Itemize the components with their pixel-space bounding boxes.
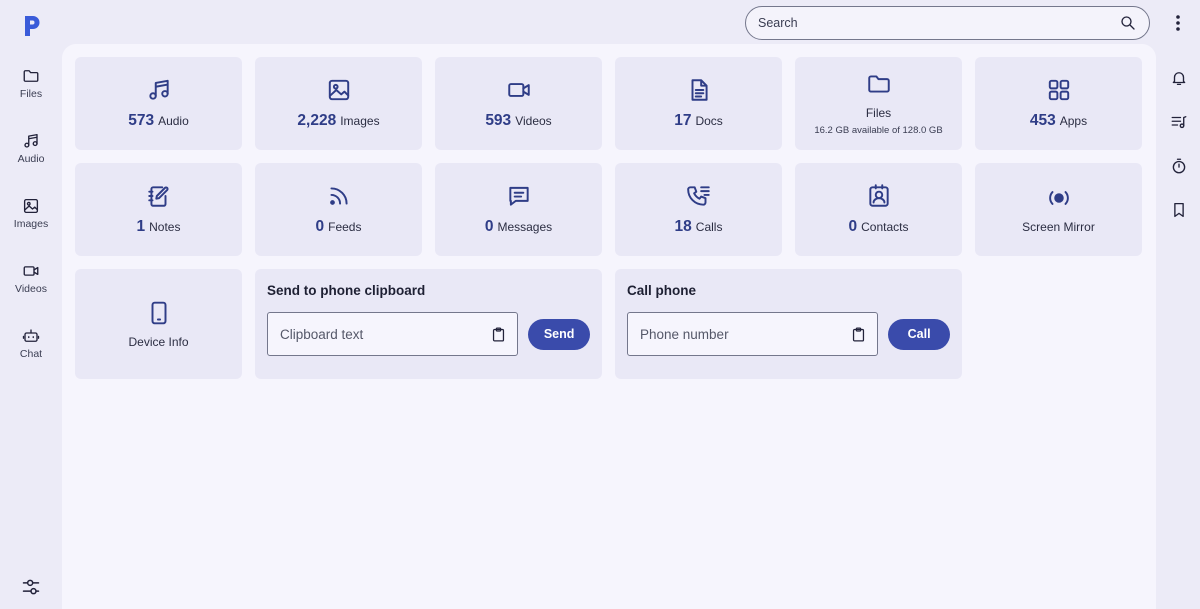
music-icon (24, 133, 38, 148)
tile-count: 2,228 (297, 112, 337, 129)
clipboard-icon[interactable] (850, 326, 867, 343)
music-icon (148, 79, 169, 100)
notifications-button[interactable] (1158, 56, 1200, 100)
phone-number-input[interactable] (640, 326, 851, 342)
tile-label: Docs (695, 114, 723, 128)
tile-feeds[interactable]: 0 Feeds (255, 163, 422, 256)
tile-label: Videos (515, 114, 552, 128)
tile-count: 1 (136, 218, 146, 235)
search-input[interactable] (758, 16, 1119, 30)
tile-label: Apps (1059, 114, 1088, 128)
bookmark-icon (1174, 202, 1184, 218)
nav-label: Videos (15, 283, 47, 295)
tile-videos[interactable]: 593 Videos (435, 57, 602, 150)
tile-label: Audio (158, 114, 189, 128)
tile-screen-mirror[interactable]: Screen Mirror (975, 163, 1142, 256)
timer-button[interactable] (1158, 144, 1200, 188)
call-button[interactable]: Call (888, 318, 950, 350)
image-icon (328, 79, 349, 101)
more-vertical-icon[interactable] (1168, 13, 1188, 33)
tile-label: Files (865, 106, 892, 120)
timer-icon (1172, 158, 1186, 174)
tile-count: 0 (315, 218, 325, 235)
tile-images[interactable]: 2,228 Images (255, 57, 422, 150)
notes-icon (147, 186, 169, 207)
app-logo (25, 16, 40, 36)
tile-label: Contacts (861, 220, 909, 234)
tile-contacts[interactable]: 0 Contacts (795, 163, 962, 256)
apps-grid-icon (1048, 79, 1069, 101)
phone-log-icon (686, 186, 710, 206)
search-icon[interactable] (1119, 14, 1137, 32)
tile-label: Device Info (128, 334, 189, 349)
clipboard-icon[interactable] (490, 326, 507, 343)
tile-count: 0 (484, 218, 494, 235)
playlist-icon (1171, 116, 1187, 129)
tile-files[interactable]: Files 16.2 GB available of 128.0 GB (795, 57, 962, 150)
clipboard-panel-title: Send to phone clipboard (267, 283, 426, 298)
tile-notes[interactable]: 1 Notes (75, 163, 242, 256)
tile-label: Notes (149, 220, 181, 234)
storage-info: 16.2 GB available of 128.0 GB (814, 125, 943, 136)
document-icon (691, 79, 708, 101)
nav-label: Files (19, 88, 43, 100)
message-icon (508, 186, 529, 206)
tile-calls[interactable]: 18 Calls (615, 163, 782, 256)
contact-icon (868, 184, 889, 207)
clipboard-text-input[interactable] (280, 326, 491, 342)
tile-audio[interactable]: 573 Audio (75, 57, 242, 150)
tile-docs[interactable]: 17 Docs (615, 57, 782, 150)
call-panel: Call phone Call (615, 269, 962, 379)
tile-count: 0 (848, 218, 858, 235)
tile-label: Feeds (328, 220, 362, 234)
nav-item-chat[interactable]: Chat (0, 320, 62, 385)
nav-item-videos[interactable]: Videos (0, 255, 62, 320)
image-icon (23, 198, 39, 214)
rss-icon (329, 187, 348, 205)
bookmarks-button[interactable] (1158, 188, 1200, 232)
tile-count: 593 (485, 112, 512, 129)
tile-count: 17 (674, 112, 692, 129)
video-icon (507, 83, 530, 97)
send-button[interactable]: Send (528, 318, 590, 350)
nav-label: Images (13, 218, 49, 230)
tile-count: 573 (128, 112, 155, 129)
nav-label: Chat (19, 348, 43, 360)
tile-label: Messages (497, 220, 553, 234)
clipboard-field[interactable] (267, 312, 519, 356)
tile-device-info[interactable]: Device Info (75, 269, 242, 379)
folder-icon (23, 70, 39, 82)
tile-label: Screen Mirror (1022, 220, 1095, 234)
tile-count: 18 (674, 218, 692, 235)
screen-mirror-icon (1048, 191, 1069, 205)
phone-device-icon (151, 301, 166, 324)
folder-icon (867, 75, 890, 93)
right-rail (1158, 56, 1200, 232)
video-icon (23, 266, 39, 276)
bell-icon (1172, 72, 1186, 86)
tile-count: 453 (1029, 112, 1056, 129)
sliders-settings-icon[interactable] (21, 577, 41, 597)
nav-item-files[interactable]: Files (0, 60, 62, 125)
robot-icon (22, 329, 40, 342)
playlist-button[interactable] (1158, 100, 1200, 144)
dashboard: 573 Audio 2,228 Images 593 Videos 17 Docs Fi… (62, 44, 1156, 609)
clipboard-panel: Send to phone clipboard Send (255, 269, 602, 379)
tile-apps[interactable]: 453 Apps (975, 57, 1142, 150)
call-panel-title: Call phone (627, 283, 697, 298)
search-bar[interactable] (745, 6, 1150, 40)
nav-item-audio[interactable]: Audio (0, 125, 62, 190)
tile-label: Calls (695, 220, 723, 234)
left-nav: Files Audio Images Videos Chat (0, 60, 62, 385)
phone-number-field[interactable] (627, 312, 879, 356)
nav-item-images[interactable]: Images (0, 190, 62, 255)
tile-messages[interactable]: 0 Messages (435, 163, 602, 256)
tile-label: Images (340, 114, 380, 128)
nav-label: Audio (17, 153, 45, 165)
